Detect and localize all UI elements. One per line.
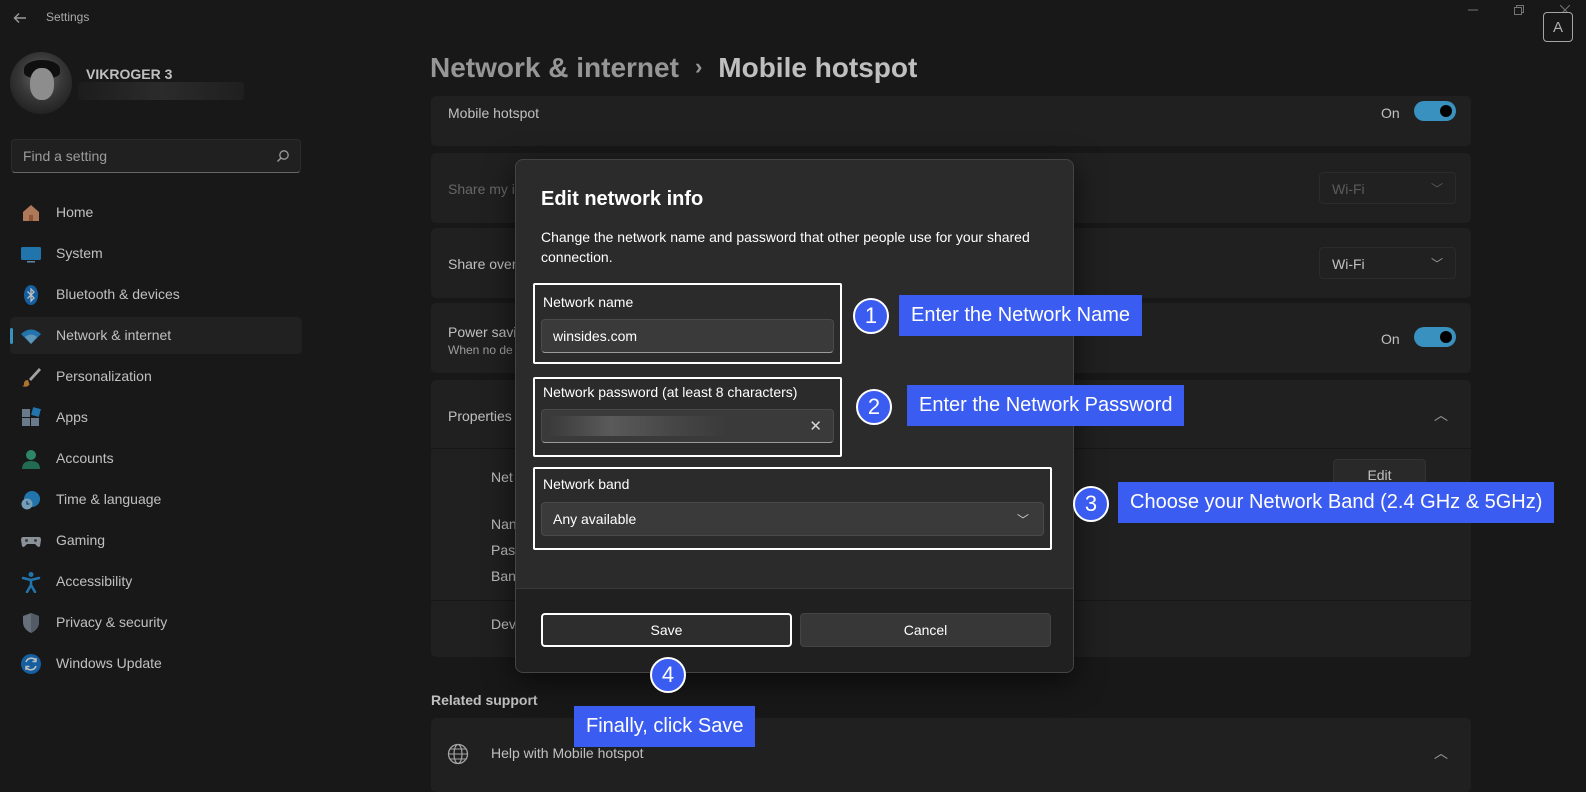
network-password-input[interactable]: ✕ <box>541 409 834 443</box>
network-band-dropdown[interactable]: Any available ﹀ <box>541 502 1044 536</box>
network-name-value: winsides.com <box>553 328 638 344</box>
step-badge-4: 4 <box>650 657 686 693</box>
network-name-label: Network name <box>543 294 634 310</box>
network-password-label: Network password (at least 8 characters) <box>543 384 798 400</box>
step-callout-1: Enter the Network Name <box>899 295 1142 336</box>
network-password-field: Network password (at least 8 characters)… <box>533 377 842 457</box>
clear-icon[interactable]: ✕ <box>809 417 822 435</box>
network-name-field: Network name winsides.com <box>533 283 842 364</box>
password-redacted <box>548 416 728 436</box>
network-band-value: Any available <box>553 511 637 527</box>
save-button[interactable]: Save <box>541 613 792 647</box>
step-callout-3: Choose your Network Band (2.4 GHz & 5GHz… <box>1118 482 1555 523</box>
network-band-label: Network band <box>543 476 630 492</box>
dialog-footer: Save Cancel <box>516 588 1073 672</box>
step-badge-3: 3 <box>1073 486 1109 522</box>
cancel-button[interactable]: Cancel <box>800 613 1051 647</box>
chevron-down-icon: ﹀ <box>1016 513 1029 527</box>
step-badge-2: 2 <box>856 389 892 425</box>
dialog-description: Change the network name and password tha… <box>541 229 1030 265</box>
network-band-field: Network band Any available ﹀ <box>533 467 1052 550</box>
dialog-title: Edit network info <box>541 188 704 210</box>
step-callout-2: Enter the Network Password <box>907 385 1185 426</box>
step-badge-1: 1 <box>853 298 889 334</box>
step-callout-4: Finally, click Save <box>574 706 756 747</box>
network-name-input[interactable]: winsides.com <box>541 319 834 353</box>
